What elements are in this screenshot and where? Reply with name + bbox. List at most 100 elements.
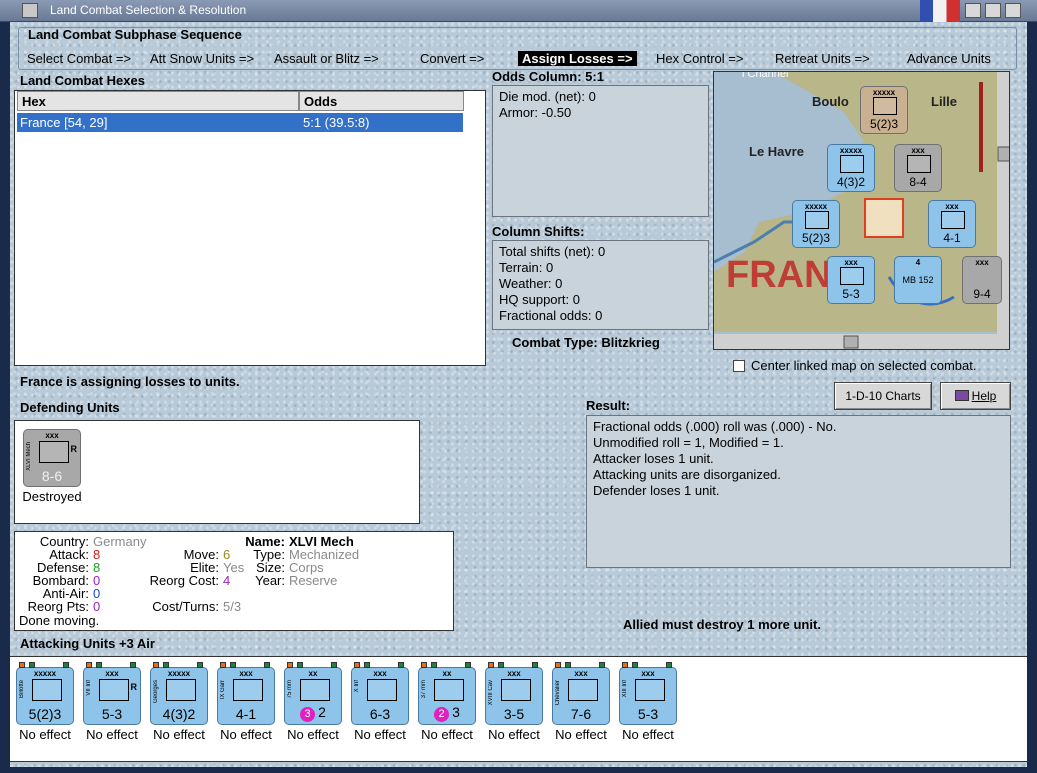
unit-strength: 6-3 xyxy=(352,706,408,722)
attacking-unit-counter[interactable]: xxxxx Billotte 5(2)3 xyxy=(16,662,74,725)
supply-indicator xyxy=(555,662,609,668)
maximize-button[interactable] xyxy=(985,3,1001,18)
unit-strength: 4-1 xyxy=(218,706,274,722)
map-counter[interactable]: xxx 9-4 xyxy=(962,256,1002,304)
unit-strength-value: 5-3 xyxy=(637,706,659,722)
unit-strength: 7-6 xyxy=(553,706,609,722)
close-button[interactable] xyxy=(1005,3,1021,18)
table-row[interactable]: France [54, 29] 5:1 (39.5:8) xyxy=(17,113,463,132)
unit-size-label: xxx xyxy=(507,669,521,678)
defending-unit-status: Destroyed xyxy=(22,489,82,504)
minimize-button[interactable] xyxy=(965,3,981,18)
attacking-heading: Attacking Units +3 Air xyxy=(20,636,155,651)
unit-symbol-icon xyxy=(166,679,196,701)
supply-indicator xyxy=(153,662,207,668)
supply-indicator xyxy=(421,662,475,668)
map-counter[interactable]: 4 MB 152 xyxy=(894,256,942,304)
die-mod-text: Die mod. (net): 0 xyxy=(499,89,596,104)
map-counter[interactable]: xxx 4-1 xyxy=(928,200,976,248)
phase-hex-control: Hex Control => xyxy=(656,51,744,66)
unit-strength-value: 2 xyxy=(318,704,326,720)
unit-info-panel: Country: Germany Attack: 8 Defense: 8 Bo… xyxy=(14,531,454,631)
unit-strength-value: 4(3)2 xyxy=(162,706,196,722)
charts-button[interactable]: 1-D-10 Charts xyxy=(834,382,932,410)
defending-heading: Defending Units xyxy=(20,400,120,415)
attacking-unit-counter[interactable]: xxx VII Inf R 5-3 xyxy=(83,662,141,725)
unit-size-label: xxx xyxy=(641,669,655,678)
unit-symbol-icon xyxy=(233,679,263,701)
unit-symbol-icon xyxy=(39,441,69,463)
unit-strength-value: 5(2)3 xyxy=(28,706,62,722)
hexes-heading: Land Combat Hexes xyxy=(20,73,145,88)
odds-cell: 5:1 (39.5:8) xyxy=(303,115,370,130)
phase-convert: Convert => xyxy=(420,51,485,66)
phase-advance-units: Advance Units xyxy=(907,51,991,66)
unit-size-label: xxx xyxy=(373,669,387,678)
supply-indicator xyxy=(220,662,274,668)
result-line: Attacking units are disorganized. xyxy=(593,467,781,482)
unit-symbol-icon xyxy=(568,679,598,701)
hexes-table: Hex Odds France [54, 29] 5:1 (39.5:8) xyxy=(14,90,486,366)
result-line: Attacker loses 1 unit. xyxy=(593,451,714,466)
window-menu-icon[interactable] xyxy=(22,3,38,18)
unit-name-label: 75 mm xyxy=(287,680,293,699)
phase-assign-losses: Assign Losses => xyxy=(518,51,637,66)
reserve-mark: R xyxy=(130,682,138,692)
unit-symbol-icon xyxy=(434,679,464,701)
terrain-text: Terrain: 0 xyxy=(499,260,554,275)
hex-column-header[interactable]: Hex xyxy=(17,91,299,111)
attacking-unit-counter[interactable]: xxxxx Georges 4(3)2 xyxy=(150,662,208,725)
result-line: Defender loses 1 unit. xyxy=(593,483,720,498)
hex-cell: France [54, 29] xyxy=(20,115,108,130)
odds-column-header[interactable]: Odds xyxy=(299,91,464,111)
attacking-unit-counter[interactable]: xxx X Inf 6-3 xyxy=(351,662,409,725)
unit-symbol-icon xyxy=(99,679,129,701)
unit-strength: 5(2)3 xyxy=(17,706,73,722)
hq-support-text: HQ support: 0 xyxy=(499,292,580,307)
france-flag-icon xyxy=(920,0,960,22)
unit-strength: 3-5 xyxy=(486,706,542,722)
unit-strength-value: 6-3 xyxy=(369,706,391,722)
attacking-unit-counter[interactable]: xx 75 mm 3 2 xyxy=(284,662,342,725)
unit-name-label: X Inf xyxy=(354,680,360,693)
cost-turns-value: 5/3 xyxy=(223,599,242,614)
unit-size-label: xxx xyxy=(105,669,119,678)
map-counter[interactable]: xxxxx 5(2)3 xyxy=(792,200,840,248)
map-label-lille: Lille xyxy=(931,94,958,109)
result-line: Unmodified roll = 1, Modified = 1. xyxy=(593,435,784,450)
phase-att-snow-units: Att Snow Units => xyxy=(150,51,255,66)
unit-strength: 4(3)2 xyxy=(151,706,207,722)
supply-indicator xyxy=(86,662,140,668)
unit-size-label: xxx xyxy=(239,669,253,678)
result-panel: Fractional odds (.000) roll was (.000) -… xyxy=(586,415,1011,568)
map-counter[interactable]: xxxxx 4(3)2 xyxy=(827,144,875,192)
unit-name-label: XIII Inf xyxy=(622,680,628,698)
unit-size-label: xx xyxy=(308,669,318,678)
linked-map[interactable]: l Channel Boulo Lille Le Havre FRANC xxx… xyxy=(713,71,1010,350)
map-counter[interactable]: xxx 5-3 xyxy=(827,256,875,304)
armor-text: Armor: -0.50 xyxy=(499,105,572,120)
phase-assault-or-blitz: Assault or Blitz => xyxy=(274,51,379,66)
total-shifts-text: Total shifts (net): 0 xyxy=(499,244,606,259)
attacking-unit-counter[interactable]: xx 37 mm 2 3 xyxy=(418,662,476,725)
supply-indicator xyxy=(622,662,676,668)
map-counter[interactable]: xxx 8-4 xyxy=(894,144,942,192)
unit-year-value: Reserve xyxy=(289,573,338,588)
unit-name-label: Chevalier xyxy=(555,680,561,706)
attacking-unit-counter[interactable]: xxx XVIII Cav 3-5 xyxy=(485,662,543,725)
map-label-le-havre: Le Havre xyxy=(749,144,804,159)
weather-text: Weather: 0 xyxy=(499,276,563,291)
defending-unit-counter[interactable]: xxx XLVI Mech R 8-6 xyxy=(23,429,81,487)
attacking-unit-counter[interactable]: xxx IX Garr 4-1 xyxy=(217,662,275,725)
attacking-unit-counter[interactable]: xxx XIII Inf 5-3 xyxy=(619,662,677,725)
center-linked-checkbox[interactable] xyxy=(733,360,745,372)
help-button[interactable]: Help xyxy=(940,382,1011,410)
unit-name-label: XVIII Cav xyxy=(488,680,494,706)
combat-hex-icon[interactable] xyxy=(864,198,904,238)
unit-strength-value: 7-6 xyxy=(570,706,592,722)
attacking-unit-counter[interactable]: xxx Chevalier 7-6 xyxy=(552,662,610,725)
unit-strength: 5-3 xyxy=(84,706,140,722)
artillery-badge: 3 xyxy=(300,707,316,722)
map-counter[interactable]: xxxxx 5(2)3 xyxy=(860,86,908,134)
unit-strength: 32 xyxy=(285,704,341,722)
